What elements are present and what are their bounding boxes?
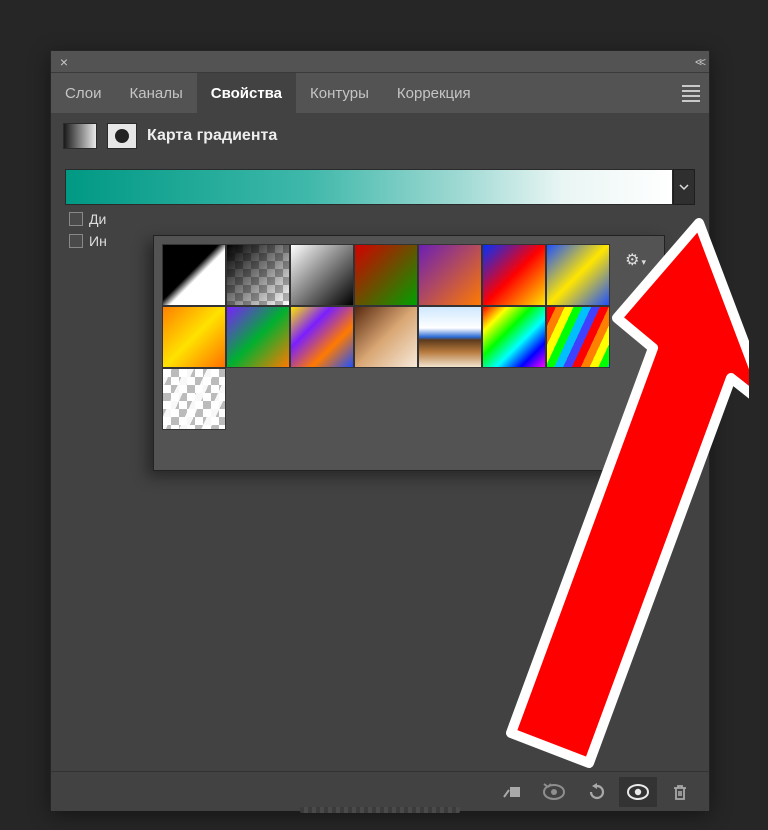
panel-titlebar: × << (51, 51, 709, 73)
swatch-chrome[interactable] (418, 306, 482, 368)
swatch-spectrum[interactable] (482, 306, 546, 368)
view-previous-state-icon[interactable] (535, 777, 573, 807)
swatch-yellow-violet-orange-blue[interactable] (290, 306, 354, 368)
tab-контуры[interactable]: Контуры (296, 73, 383, 113)
swatch-grid (162, 244, 656, 430)
panel-resize-grip-icon[interactable] (300, 807, 460, 813)
swatch-violet-orange[interactable] (418, 244, 482, 306)
properties-panel: × << СлоиКаналыСвойстваКонтурыКоррекция … (50, 50, 710, 810)
adjustment-thumb-icon (63, 123, 97, 149)
toggle-visibility-icon[interactable] (619, 777, 657, 807)
reset-icon[interactable] (577, 777, 615, 807)
clip-to-layer-icon[interactable] (493, 777, 531, 807)
panel-footer (51, 771, 709, 811)
swatch-violet-green-orange[interactable] (226, 306, 290, 368)
gradient-picker-row (65, 169, 695, 205)
swatch-transparent-stripes[interactable] (162, 368, 226, 430)
swatch-rainbow-stripes[interactable] (546, 306, 610, 368)
gradient-presets-popup: ⚙▾ ⋰ (153, 235, 665, 471)
dither-checkbox[interactable]: Ди (69, 211, 691, 227)
popup-resize-grip-icon[interactable]: ⋰ (650, 454, 660, 468)
adjustment-title: Карта градиента (147, 127, 277, 145)
tab-коррекция[interactable]: Коррекция (383, 73, 485, 113)
tab-bar: СлоиКаналыСвойстваКонтурыКоррекция (51, 73, 709, 113)
panel-menu-icon[interactable] (673, 73, 709, 113)
swatch-blue-yellow-blue[interactable] (546, 244, 610, 306)
delete-adjustment-icon[interactable] (661, 777, 699, 807)
swatch-blue-red-yellow[interactable] (482, 244, 546, 306)
invert-label: Ин (89, 233, 107, 249)
mask-thumb-icon (107, 123, 137, 149)
swatch-wb[interactable] (290, 244, 354, 306)
dither-label: Ди (89, 211, 106, 227)
tab-слои[interactable]: Слои (51, 73, 115, 113)
swatch-bw-trans[interactable] (226, 244, 290, 306)
close-icon[interactable]: × (55, 53, 73, 71)
adjustment-header: Карта градиента (51, 113, 709, 159)
panel-body: Карта градиента Ди Ин ⚙▾ (51, 113, 709, 811)
gradient-preview[interactable] (65, 169, 673, 205)
swatch-orange-yellow-orange[interactable] (162, 306, 226, 368)
gradient-dropdown-button[interactable] (673, 169, 695, 205)
swatch-red-green[interactable] (354, 244, 418, 306)
tab-каналы[interactable]: Каналы (115, 73, 196, 113)
swatch-copper[interactable] (354, 306, 418, 368)
swatch-bw[interactable] (162, 244, 226, 306)
tab-свойства[interactable]: Свойства (197, 73, 296, 113)
collapse-icon[interactable]: << (695, 55, 703, 69)
